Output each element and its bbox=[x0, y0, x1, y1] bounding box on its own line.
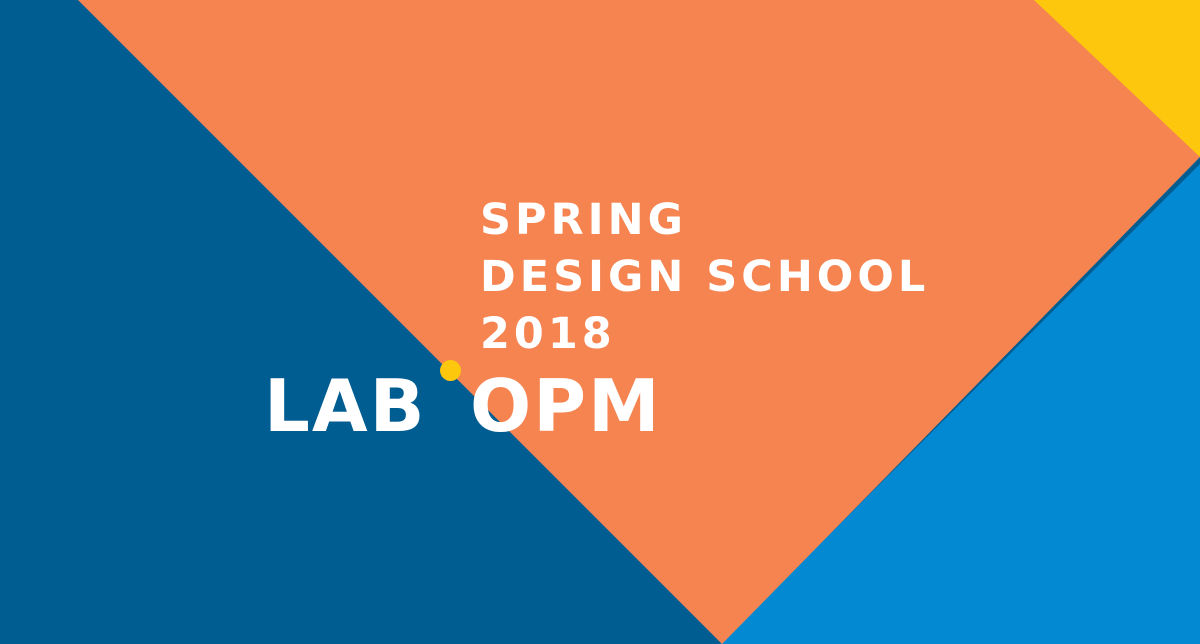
event-title: SPRING DESIGN SCHOOL 2018 bbox=[480, 192, 929, 363]
logo-text-opm: OPM bbox=[470, 364, 662, 448]
title-line-year: 2018 bbox=[480, 309, 616, 359]
logo-text-lab: LAB bbox=[264, 364, 427, 448]
poster: SPRING DESIGN SCHOOL 2018 LAB OPM bbox=[0, 0, 1200, 644]
title-line-design-school: DESIGN SCHOOL bbox=[480, 252, 930, 302]
title-line-spring: SPRING bbox=[480, 195, 687, 245]
logo-dot-icon bbox=[440, 360, 461, 381]
